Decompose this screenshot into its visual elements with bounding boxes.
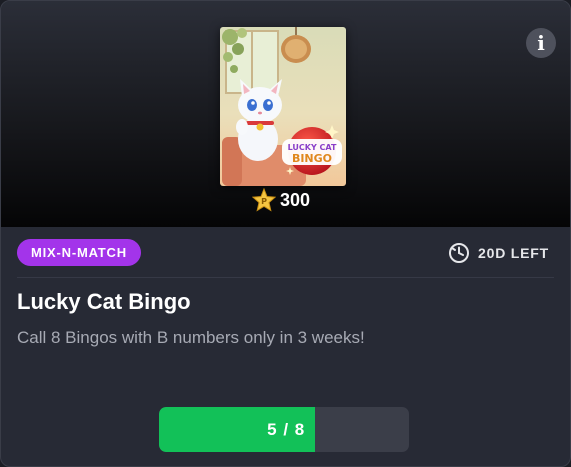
divider xyxy=(17,277,554,278)
progress-fill: 5 / 8 xyxy=(159,407,316,452)
hero-banner: LUCKY CAT BINGO P 300 i xyxy=(1,1,570,227)
challenge-description: Call 8 Bingos with B numbers only in 3 w… xyxy=(17,328,365,347)
progress-label: 5 / 8 xyxy=(267,419,306,439)
star-points-icon: P xyxy=(252,188,276,212)
challenge-title: Lucky Cat Bingo xyxy=(17,289,191,314)
reward: P 300 xyxy=(252,187,310,213)
svg-text:P: P xyxy=(261,197,267,206)
progress-bar: 5 / 8 xyxy=(159,407,409,452)
timer-icon xyxy=(449,243,470,263)
challenge-card[interactable]: LUCKY CAT BINGO P 300 i MIX-N-MATCH 20D … xyxy=(0,0,571,467)
lucky-cat-artwork: LUCKY CAT BINGO xyxy=(220,27,346,186)
info-icon: i xyxy=(537,31,545,55)
time-left-text: 20D LEFT xyxy=(478,245,549,261)
game-thumbnail[interactable]: LUCKY CAT BINGO xyxy=(220,27,346,186)
logo-line1: LUCKY CAT xyxy=(288,143,337,152)
info-button[interactable]: i xyxy=(526,28,556,58)
time-left: 20D LEFT xyxy=(448,240,549,266)
reward-points: 300 xyxy=(280,189,311,210)
category-tag: MIX-N-MATCH xyxy=(17,239,141,266)
logo-line2: BINGO xyxy=(292,152,332,165)
